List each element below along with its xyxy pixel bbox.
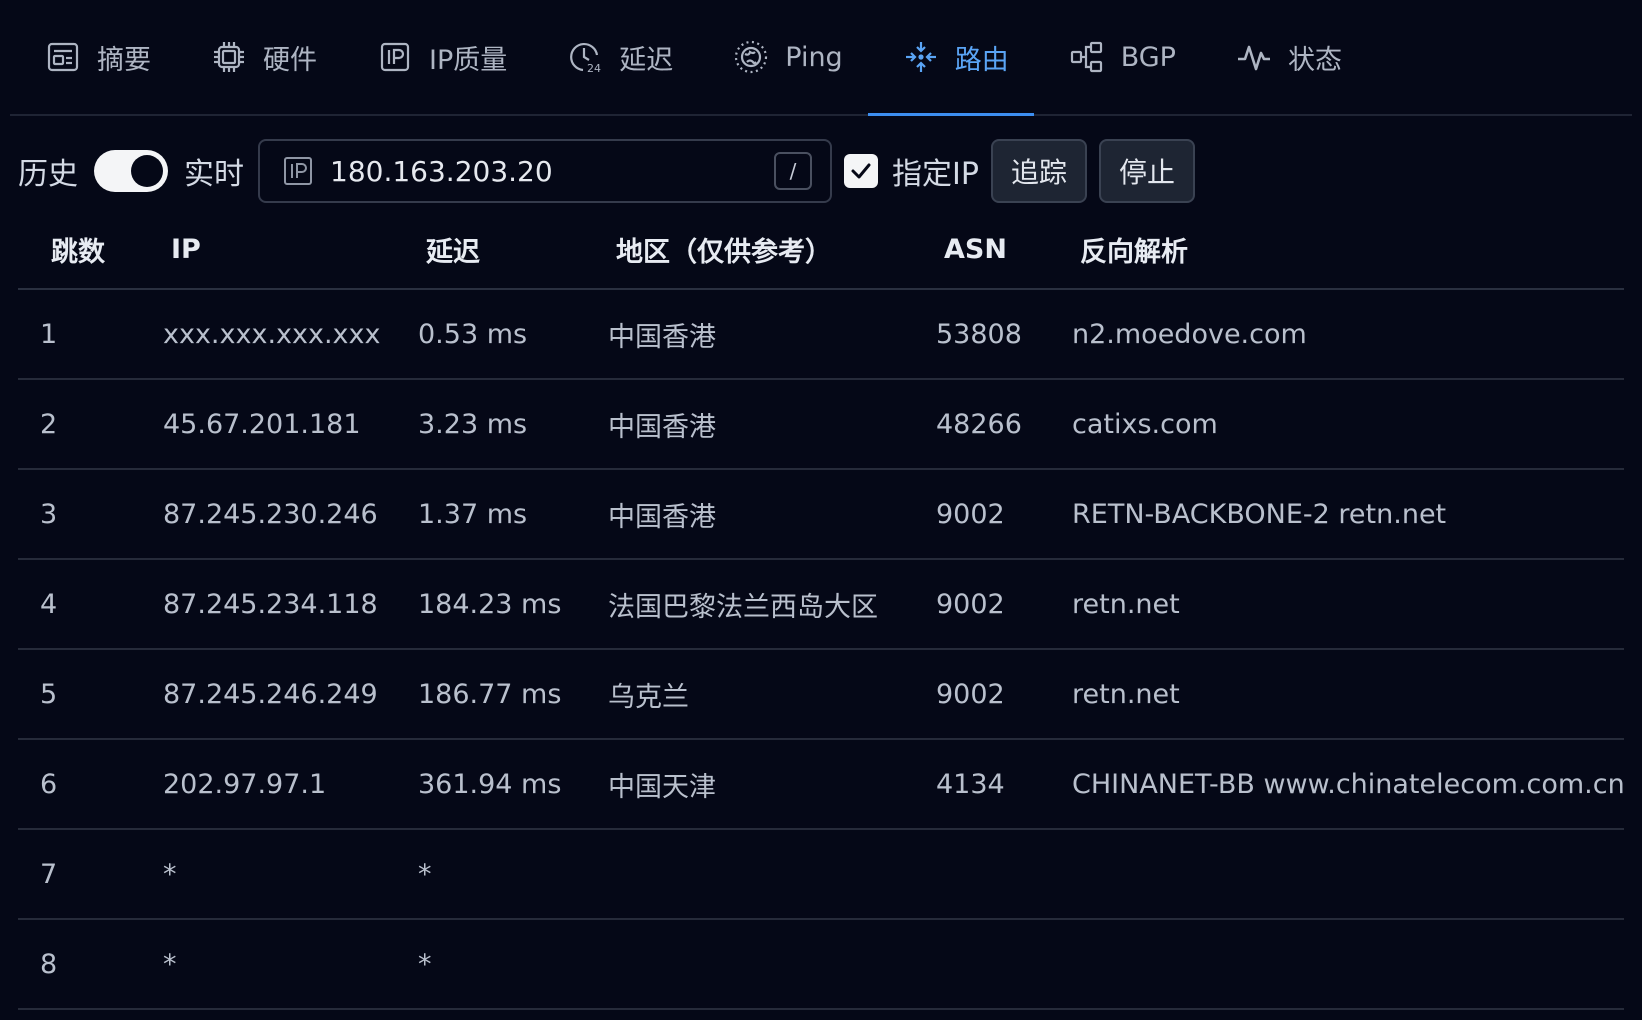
table-row: 2 45.67.201.181 3.23 ms 中国香港 48266 catix… bbox=[18, 380, 1624, 470]
trace-button[interactable]: 追踪 bbox=[990, 139, 1087, 203]
specify-ip-label: 指定IP bbox=[892, 157, 979, 192]
cell-region: 法国巴黎法兰西岛大区 bbox=[608, 591, 878, 623]
header-asn[interactable]: ASN bbox=[936, 234, 1072, 265]
cell-latency: 0.53 ms bbox=[418, 318, 528, 350]
cell-hop: 8 bbox=[40, 948, 58, 980]
check-icon bbox=[851, 163, 871, 179]
bgp-network-icon bbox=[1070, 41, 1102, 73]
tab-route-label: 路由 bbox=[954, 44, 1009, 76]
cell-ip: 87.245.230.246 bbox=[163, 498, 378, 530]
tab-ping-label: Ping bbox=[785, 41, 843, 73]
header-region[interactable]: 地区（仅供参考） bbox=[608, 230, 936, 269]
cell-hop: 4 bbox=[40, 588, 58, 620]
tab-status[interactable]: 状态 bbox=[1201, 0, 1367, 114]
activity-icon bbox=[1237, 45, 1270, 71]
tab-bar: 摘要 硬件 IP质量 24 延迟 Ping 路由 BGP 状态 bbox=[10, 0, 1632, 116]
svg-text:24: 24 bbox=[587, 62, 601, 75]
tab-summary-label: 摘要 bbox=[97, 44, 151, 76]
history-label: 历史 bbox=[18, 157, 78, 192]
cell-asn: 48266 bbox=[936, 408, 1022, 440]
table-row: 7 * * bbox=[18, 830, 1624, 920]
route-icon bbox=[905, 42, 936, 72]
cell-ip: xxx.xxx.xxx.xxx bbox=[163, 318, 381, 350]
table-header: 跳数 IP 延迟 地区（仅供参考） ASN 反向解析 bbox=[18, 210, 1624, 290]
history-realtime-toggle[interactable] bbox=[94, 150, 168, 192]
cell-hop: 7 bbox=[40, 858, 58, 890]
route-page: 摘要 硬件 IP质量 24 延迟 Ping 路由 BGP 状态 历史 实时 18… bbox=[0, 0, 1642, 1020]
cell-asn: 9002 bbox=[936, 588, 1005, 620]
cell-hop: 3 bbox=[40, 498, 58, 530]
cell-latency: * bbox=[418, 858, 432, 890]
header-hop[interactable]: 跳数 bbox=[18, 230, 163, 269]
tab-route[interactable]: 路由 bbox=[867, 0, 1034, 116]
cell-asn: 9002 bbox=[936, 678, 1005, 710]
cell-hop: 2 bbox=[40, 408, 58, 440]
cell-rdns: n2.moedove.com bbox=[1072, 318, 1307, 350]
tab-hardware[interactable]: 硬件 bbox=[176, 0, 342, 114]
cell-region: 中国香港 bbox=[608, 411, 716, 443]
cell-latency: 1.37 ms bbox=[418, 498, 528, 530]
cell-ip: 202.97.97.1 bbox=[163, 768, 327, 800]
tab-summary[interactable]: 摘要 bbox=[10, 0, 176, 114]
cell-rdns: retn.net bbox=[1072, 588, 1180, 620]
specify-ip-checkbox[interactable] bbox=[844, 154, 878, 188]
ip-icon bbox=[380, 42, 410, 72]
cell-latency: 184.23 ms bbox=[418, 588, 562, 620]
tab-bgp-label: BGP bbox=[1120, 41, 1176, 73]
stop-button[interactable]: 停止 bbox=[1098, 139, 1195, 203]
cell-latency: 186.77 ms bbox=[418, 678, 562, 710]
cell-asn: 4134 bbox=[936, 768, 1005, 800]
tab-status-label: 状态 bbox=[1287, 44, 1342, 76]
cell-region: 中国香港 bbox=[608, 501, 716, 533]
header-latency[interactable]: 延迟 bbox=[418, 230, 608, 269]
table-row: 8 * * bbox=[18, 920, 1624, 1010]
header-rdns[interactable]: 反向解析 bbox=[1072, 230, 1624, 269]
table-row: 6 202.97.97.1 361.94 ms 中国天津 4134 CHINAN… bbox=[18, 740, 1624, 830]
cpu-icon bbox=[214, 42, 244, 72]
cell-rdns: catixs.com bbox=[1072, 408, 1218, 440]
table-row: 1 xxx.xxx.xxx.xxx 0.53 ms 中国香港 53808 n2.… bbox=[18, 290, 1624, 380]
cell-rdns: RETN-BACKBONE-2 retn.net bbox=[1072, 498, 1447, 530]
cell-latency: 3.23 ms bbox=[418, 408, 528, 440]
target-ip-input[interactable] bbox=[330, 154, 774, 188]
table-row: 5 87.245.246.249 186.77 ms 乌克兰 9002 retn… bbox=[18, 650, 1624, 740]
cell-rdns: retn.net bbox=[1072, 678, 1180, 710]
tab-ping[interactable]: Ping bbox=[698, 0, 867, 114]
header-ip[interactable]: IP bbox=[163, 234, 418, 265]
cell-hop: 5 bbox=[40, 678, 58, 710]
tab-hardware-label: 硬件 bbox=[263, 44, 317, 76]
cell-region: 乌克兰 bbox=[608, 681, 689, 713]
summary-icon bbox=[47, 42, 79, 72]
cell-ip: * bbox=[163, 858, 177, 890]
globe-icon bbox=[735, 40, 768, 74]
cell-hop: 1 bbox=[40, 318, 58, 350]
cell-asn: 9002 bbox=[936, 498, 1005, 530]
cell-ip: 87.245.246.249 bbox=[163, 678, 378, 710]
target-ip-field: / bbox=[258, 139, 832, 203]
realtime-label: 实时 bbox=[184, 157, 244, 192]
table-row: 4 87.245.234.118 184.23 ms 法国巴黎法兰西岛大区 90… bbox=[18, 560, 1624, 650]
tab-latency-label: 延迟 bbox=[619, 44, 674, 76]
route-table: 跳数 IP 延迟 地区（仅供参考） ASN 反向解析 1 xxx.xxx.xxx… bbox=[18, 210, 1624, 1010]
ip-icon bbox=[284, 157, 312, 185]
tab-latency[interactable]: 24 延迟 bbox=[532, 0, 698, 114]
cell-hop: 6 bbox=[40, 768, 58, 800]
table-row: 3 87.245.230.246 1.37 ms 中国香港 9002 RETN-… bbox=[18, 470, 1624, 560]
cell-latency: * bbox=[418, 948, 432, 980]
cell-rdns: CHINANET-BB www.chinatelecom.com.cn bbox=[1072, 768, 1624, 800]
toggle-knob bbox=[131, 155, 163, 187]
cell-region: 中国香港 bbox=[608, 321, 716, 353]
tab-ip-quality[interactable]: IP质量 bbox=[342, 0, 532, 114]
cell-ip: 87.245.234.118 bbox=[163, 588, 378, 620]
cell-region: 中国天津 bbox=[608, 771, 716, 803]
cell-asn: 53808 bbox=[936, 318, 1022, 350]
shortcut-key-hint: / bbox=[774, 152, 812, 190]
latency-clock-icon: 24 bbox=[570, 42, 601, 75]
cell-ip: 45.67.201.181 bbox=[163, 408, 361, 440]
cell-latency: 361.94 ms bbox=[418, 768, 562, 800]
tab-ip-quality-label: IP质量 bbox=[429, 44, 508, 76]
route-toolbar: 历史 实时 / 指定IP 追踪 停止 bbox=[18, 138, 1195, 204]
tab-bgp[interactable]: BGP bbox=[1034, 0, 1201, 114]
cell-ip: * bbox=[163, 948, 177, 980]
